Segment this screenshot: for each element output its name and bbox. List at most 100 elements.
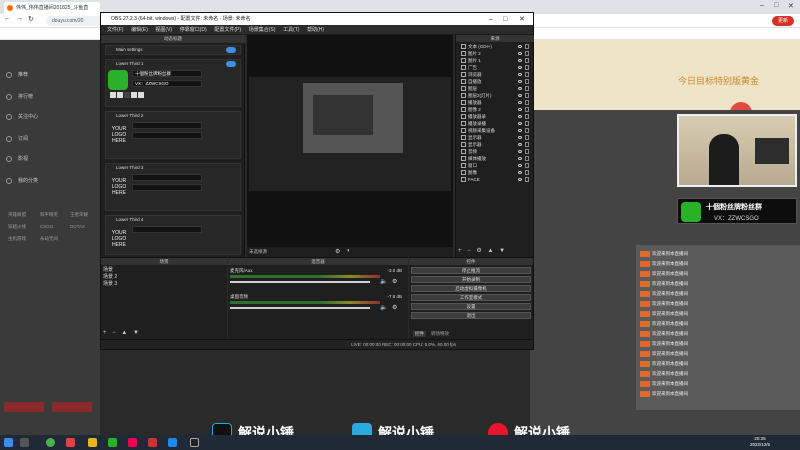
gear-icon[interactable]: ⚙	[476, 248, 481, 254]
source-item[interactable]: 播放器	[458, 99, 532, 106]
back-icon[interactable]: ←	[4, 15, 11, 22]
eye-icon[interactable]	[518, 52, 522, 55]
line1-input[interactable]: 十個粉丝牌粉丝群	[132, 70, 202, 77]
studio-mode-button[interactable]: 工作室模式	[411, 294, 531, 301]
lock-icon[interactable]	[525, 149, 529, 154]
lock-icon[interactable]	[525, 65, 529, 70]
source-item[interactable]: 文本 (GDI+)	[458, 43, 532, 50]
sidebar-item-category[interactable]: 我的分类	[4, 176, 94, 186]
scene-item[interactable]: 场景	[101, 267, 225, 274]
lock-icon[interactable]	[525, 93, 529, 98]
main-settings[interactable]: Main settings	[105, 45, 241, 55]
eye-icon[interactable]	[518, 101, 522, 104]
eye-icon[interactable]	[518, 171, 522, 174]
maximize-icon[interactable]: □	[774, 2, 778, 9]
lock-icon[interactable]	[525, 107, 529, 112]
lock-icon[interactable]	[525, 142, 529, 147]
eye-icon[interactable]	[518, 45, 522, 48]
gear-icon[interactable]: ⚙	[335, 248, 340, 255]
update-button[interactable]: 更新	[772, 16, 794, 26]
lock-icon[interactable]	[525, 177, 529, 182]
up-icon[interactable]: ▲	[487, 248, 493, 254]
menu-docks[interactable]: 停靠窗口(D)	[180, 25, 207, 35]
filter-icon[interactable]: ◐	[347, 248, 351, 254]
menu-help[interactable]: 帮助(H)	[307, 25, 324, 35]
lock-icon[interactable]	[525, 121, 529, 126]
scene-item[interactable]: 场景 2	[101, 274, 225, 281]
line1-input[interactable]	[132, 122, 202, 129]
broadcast-button[interactable]	[52, 402, 92, 412]
add-icon[interactable]: +	[458, 248, 462, 254]
reload-icon[interactable]: ↻	[28, 15, 34, 23]
wechat-icon[interactable]	[108, 438, 117, 447]
source-item[interactable]: 播放器录	[458, 113, 532, 120]
browser-tab[interactable]: 伟伟_伟伟直播间201825_斗鱼直	[4, 2, 100, 14]
line1-input[interactable]	[132, 174, 202, 181]
exit-button[interactable]: 退出	[411, 312, 531, 319]
menu-file[interactable]: 文件(F)	[107, 25, 123, 35]
obs-icon[interactable]	[190, 438, 199, 447]
app-icon[interactable]	[128, 438, 137, 447]
source-item[interactable]: 图像 2	[458, 106, 532, 113]
menu-scene-collection[interactable]: 场景集合(S)	[249, 25, 276, 35]
lock-icon[interactable]	[525, 79, 529, 84]
eye-icon[interactable]	[518, 115, 522, 118]
lock-icon[interactable]	[525, 128, 529, 133]
menu-edit[interactable]: 编辑(E)	[131, 25, 148, 35]
stop-streaming-button[interactable]: 停止推流	[411, 267, 531, 274]
url-field[interactable]: douyu.com/20	[46, 16, 104, 26]
remove-icon[interactable]: −	[467, 248, 471, 254]
subcat[interactable]: 主机游戏	[8, 236, 26, 242]
source-item[interactable]: 播放录播	[458, 120, 532, 127]
sidebar-item-video[interactable]: 影视	[4, 154, 94, 164]
source-item[interactable]: 图片 1	[458, 57, 532, 64]
line1-input[interactable]	[132, 226, 202, 233]
speaker-icon[interactable]: 🔈	[380, 304, 387, 311]
source-item[interactable]: 图片 2	[458, 50, 532, 57]
settings-button[interactable]: 设置	[411, 303, 531, 310]
lock-icon[interactable]	[525, 156, 529, 161]
speaker-icon[interactable]: 🔈	[380, 278, 387, 285]
source-item[interactable]: 图层2(灯片)	[458, 92, 532, 99]
eye-icon[interactable]	[518, 157, 522, 160]
steam-icon[interactable]	[168, 438, 177, 447]
lower-third-1-options[interactable]	[110, 92, 145, 98]
tab-controls[interactable]: 控件	[413, 331, 426, 337]
windows-start-icon[interactable]	[4, 438, 13, 447]
lock-icon[interactable]	[525, 72, 529, 77]
source-item[interactable]: 窗口	[458, 162, 532, 169]
app-icon[interactable]	[148, 438, 157, 447]
subcat[interactable]: 王者荣耀	[70, 212, 88, 218]
source-item[interactable]: 广告	[458, 64, 532, 71]
source-item[interactable]: 显示器	[458, 141, 532, 148]
subcat[interactable]: 英雄联盟	[8, 212, 26, 218]
source-item[interactable]: FACE	[458, 176, 532, 183]
menu-tools[interactable]: 工具(T)	[283, 25, 299, 35]
search-icon[interactable]	[20, 438, 29, 447]
eye-icon[interactable]	[518, 143, 522, 146]
down-icon[interactable]: ▼	[499, 248, 505, 254]
sidebar-item-recommend[interactable]: 推荐	[4, 70, 94, 80]
lock-icon[interactable]	[525, 170, 529, 175]
start-recording-button[interactable]: 开始录制	[411, 276, 531, 283]
lock-icon[interactable]	[525, 44, 529, 49]
eye-icon[interactable]	[518, 80, 522, 83]
menu-profile[interactable]: 配置文件(P)	[214, 25, 241, 35]
eye-icon[interactable]	[518, 164, 522, 167]
subcat[interactable]: 和平精英	[40, 212, 58, 218]
live-button[interactable]	[4, 402, 44, 412]
volume-slider[interactable]	[230, 281, 370, 283]
lock-icon[interactable]	[525, 86, 529, 91]
down-icon[interactable]: ▼	[133, 330, 139, 336]
lock-icon[interactable]	[525, 163, 529, 168]
sidebar-item-subscribe[interactable]: 订阅	[4, 134, 94, 144]
source-item[interactable]: 自播放	[458, 78, 532, 85]
sidebar-item-follow[interactable]: 关注中心	[4, 112, 94, 122]
obs-preview[interactable]: 未选择源 ⚙ ◐	[247, 35, 453, 257]
remove-icon[interactable]: −	[112, 330, 116, 336]
tab-transitions[interactable]: 转场特效	[431, 331, 449, 337]
close-icon[interactable]: ✕	[788, 2, 794, 10]
eye-icon[interactable]	[518, 129, 522, 132]
source-item[interactable]: 图层	[458, 85, 532, 92]
scene-item[interactable]: 场景 3	[101, 281, 225, 288]
